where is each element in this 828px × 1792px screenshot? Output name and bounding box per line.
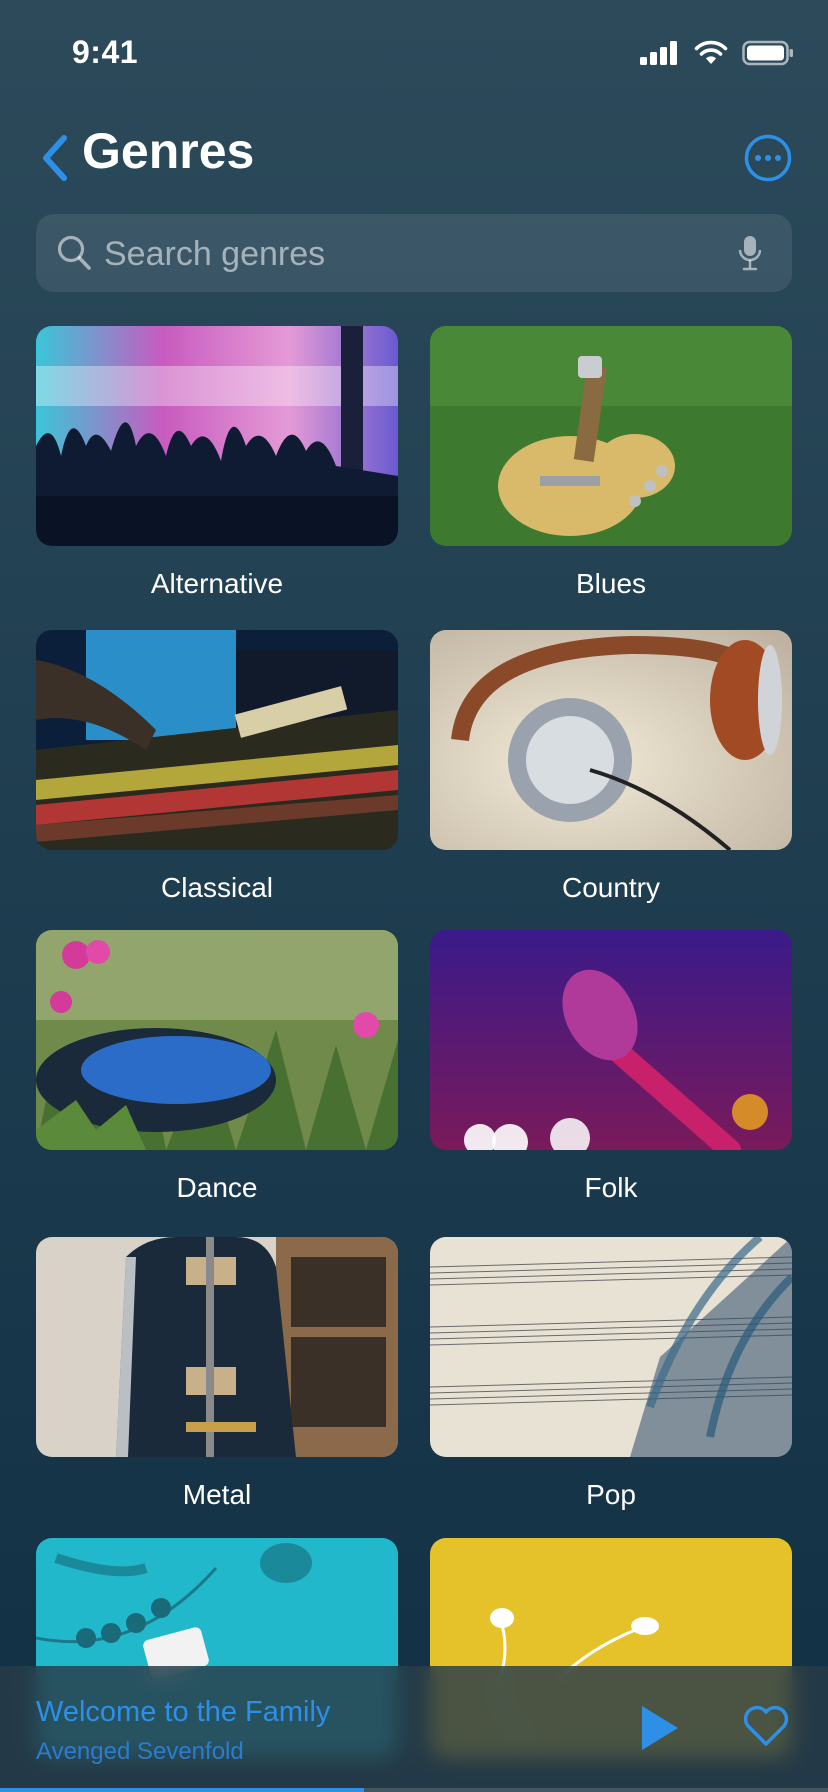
now-playing-artist[interactable]: Avenged Sevenfold: [36, 1738, 244, 1766]
genre-image-mixing-console: [36, 630, 398, 850]
genre-label: Metal: [182, 1479, 252, 1510]
heart-icon[interactable]: [742, 1704, 790, 1748]
search-input[interactable]: [102, 226, 726, 282]
genre-image-sheet-music: [430, 1237, 792, 1457]
mini-player[interactable]: Welcome to the Family Avenged Sevenfold: [0, 1666, 828, 1792]
search-bar: [36, 214, 792, 292]
genre-card-dance[interactable]: Dance: [36, 930, 398, 1204]
genre-image-headphones-flowers: [36, 930, 398, 1150]
back-chevron-icon[interactable]: [36, 130, 76, 186]
genre-label: Folk: [584, 1172, 638, 1203]
genre-image-headphones: [430, 630, 792, 850]
genre-image-black-guitar: [36, 1237, 398, 1457]
more-options-icon[interactable]: [744, 134, 792, 182]
now-playing-title[interactable]: Welcome to the Family: [36, 1696, 330, 1729]
nav-header: Genres: [0, 118, 828, 198]
genre-image-concert-crowd: [36, 326, 398, 546]
status-icons: [640, 40, 794, 66]
genre-label: Country: [561, 872, 661, 903]
genre-label: Dance: [176, 1172, 258, 1203]
genre-card-blues[interactable]: Blues: [430, 326, 792, 600]
search-icon: [57, 235, 91, 270]
status-time: 9:41: [72, 34, 139, 70]
genre-label: Classical: [160, 872, 274, 903]
wifi-icon: [694, 40, 728, 64]
genre-label: Pop: [586, 1479, 636, 1510]
status-bar: 9:41: [0, 0, 828, 100]
signal-icon: [640, 41, 677, 65]
playback-progress-bar[interactable]: [0, 1788, 828, 1792]
genre-card-country[interactable]: Country: [430, 630, 792, 904]
microphone-icon[interactable]: [738, 234, 762, 272]
playback-progress-fill: [0, 1788, 365, 1792]
page-title: Genres: [82, 123, 255, 179]
play-icon[interactable]: [640, 1704, 680, 1752]
genre-card-classical[interactable]: Classical: [36, 630, 398, 904]
battery-icon: [742, 40, 793, 66]
genre-card-folk[interactable]: Folk: [430, 930, 792, 1204]
genre-card-alternative[interactable]: Alternative: [36, 326, 398, 600]
genre-image-microphone: [430, 930, 792, 1150]
genre-card-metal[interactable]: Metal: [36, 1237, 398, 1511]
genre-label: Alternative: [150, 568, 284, 599]
genre-image-guitar-grass: [430, 326, 792, 546]
genre-card-pop[interactable]: Pop: [430, 1237, 792, 1511]
genre-label: Blues: [575, 568, 647, 599]
